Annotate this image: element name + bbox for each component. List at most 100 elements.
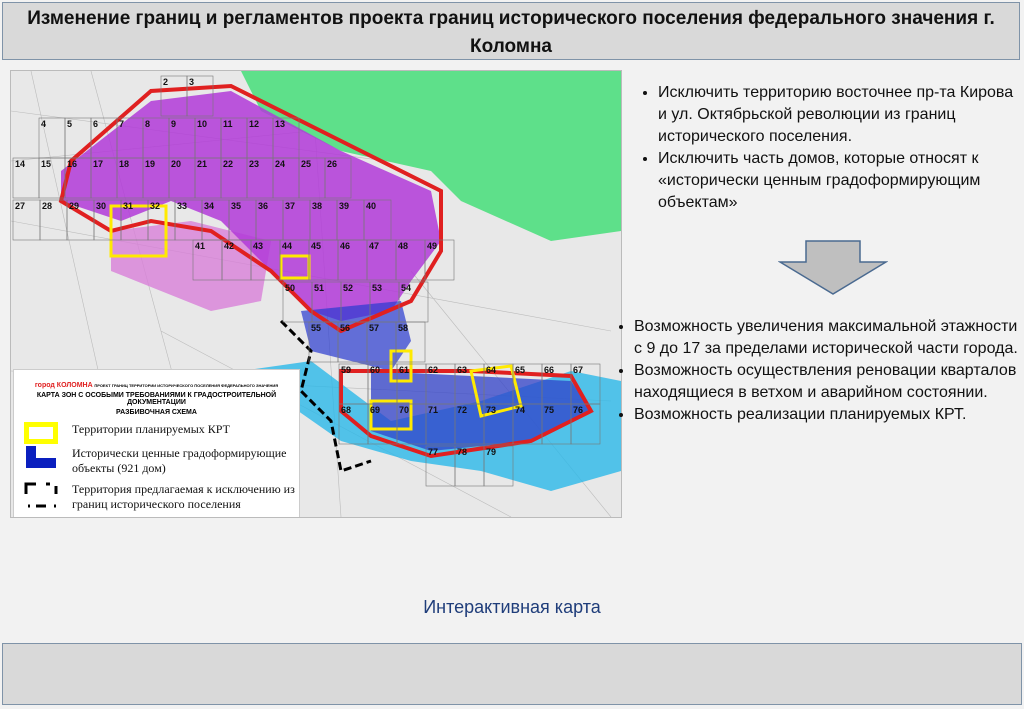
- bullet-item: Возможность увеличения максимальной этаж…: [634, 316, 1022, 360]
- bullets-bottom: Возможность увеличения максимальной этаж…: [612, 316, 1022, 426]
- grid-label: 26: [327, 159, 337, 169]
- grid-label: 65: [515, 365, 525, 375]
- grid-label: 8: [145, 119, 150, 129]
- slide-title: Изменение границ и регламентов проекта г…: [2, 2, 1020, 60]
- grid-label: 28: [42, 201, 52, 211]
- grid-label: 40: [366, 201, 376, 211]
- grid-label: 33: [177, 201, 187, 211]
- legend-item-exclusion: Территория предлагаемая к исключению из …: [24, 482, 295, 512]
- grid-label: 68: [341, 405, 351, 415]
- map-legend: город КОЛОМНА ПРОЕКТ ГРАНИЦ ТЕРРИТОРИИ И…: [13, 369, 300, 517]
- grid-label: 75: [544, 405, 554, 415]
- grid-label: 44: [282, 241, 292, 251]
- grid-label: 34: [204, 201, 214, 211]
- grid-label: 63: [457, 365, 467, 375]
- grid-label: 79: [486, 447, 496, 457]
- legend-city: город КОЛОМНА: [34, 382, 93, 389]
- grid-label: 62: [428, 365, 438, 375]
- grid-label: 78: [457, 447, 467, 457]
- grid-label: 9: [171, 119, 176, 129]
- grid-label: 69: [370, 405, 380, 415]
- grid-label: 50: [285, 283, 295, 293]
- grid-label: 51: [314, 283, 324, 293]
- bullets-top: Исключить территорию восточнее пр-та Кир…: [636, 82, 1021, 214]
- grid-label: 66: [544, 365, 554, 375]
- grid-label: 6: [93, 119, 98, 129]
- grid-label: 35: [231, 201, 241, 211]
- grid-label: 7: [119, 119, 124, 129]
- grid-label: 61: [399, 365, 409, 375]
- legend-label: Территория предлагаемая к исключению из …: [72, 482, 295, 511]
- grid-label: 5: [67, 119, 72, 129]
- grid-label: 52: [343, 283, 353, 293]
- grid-label: 25: [301, 159, 311, 169]
- grid-label: 59: [341, 365, 351, 375]
- grid-label: 13: [275, 119, 285, 129]
- grid-label: 60: [370, 365, 380, 375]
- grid-label: 22: [223, 159, 233, 169]
- grid-label: 37: [285, 201, 295, 211]
- grid-label: 15: [41, 159, 51, 169]
- grid-label: 74: [515, 405, 525, 415]
- interactive-map-link[interactable]: Интерактивная карта: [0, 597, 1024, 618]
- grid-label: 73: [486, 405, 496, 415]
- grid-label: 45: [311, 241, 321, 251]
- grid-label: 58: [398, 323, 408, 333]
- grid-label: 72: [457, 405, 467, 415]
- grid-label: 32: [150, 201, 160, 211]
- grid-label: 16: [67, 159, 77, 169]
- grid-label: 47: [369, 241, 379, 251]
- grid-label: 31: [123, 201, 133, 211]
- historic-swatch-icon: [26, 446, 56, 468]
- krt-swatch-icon: [23, 421, 59, 445]
- grid-label: 14: [15, 159, 25, 169]
- grid-label: 39: [339, 201, 349, 211]
- grid-label: 20: [171, 159, 181, 169]
- grid-label: 49: [427, 241, 437, 251]
- legend-heading: КАРТА ЗОН С ОСОБЫМИ ТРЕБОВАНИЯМИ К ГРАДО…: [36, 392, 277, 406]
- footer-bar: [2, 643, 1022, 705]
- legend-project: ПРОЕКТ ГРАНИЦ ТЕРРИТОРИИ ИСТОРИЧЕСКОГО П…: [94, 383, 279, 388]
- grid-label: 18: [119, 159, 129, 169]
- bullet-item: Исключить территорию восточнее пр-та Кир…: [658, 82, 1021, 148]
- grid-label: 38: [312, 201, 322, 211]
- grid-label: 53: [372, 283, 382, 293]
- grid-label: 64: [486, 365, 496, 375]
- grid-label: 46: [340, 241, 350, 251]
- grid-label: 3: [189, 77, 194, 87]
- grid-label: 41: [195, 241, 205, 251]
- grid-label: 71: [428, 405, 438, 415]
- grid-label: 11: [223, 119, 233, 129]
- down-arrow-icon: [778, 240, 888, 295]
- grid-label: 17: [93, 159, 103, 169]
- legend-label: Исторически ценные градоформирующие объе…: [72, 446, 287, 475]
- legend-subheading: РАЗБИВОЧНАЯ СХЕМА: [116, 409, 197, 416]
- grid-label: 56: [340, 323, 350, 333]
- grid-label: 55: [311, 323, 321, 333]
- grid-label: 42: [224, 241, 234, 251]
- grid-label: 43: [253, 241, 263, 251]
- grid-label: 21: [197, 159, 207, 169]
- grid-label: 29: [69, 201, 79, 211]
- grid-label: 23: [249, 159, 259, 169]
- grid-label: 36: [258, 201, 268, 211]
- bullet-item: Исключить часть домов, которые относят к…: [658, 148, 1021, 214]
- bullet-item: Возможность реализации планируемых КРТ.: [634, 404, 1022, 426]
- grid-label: 77: [428, 447, 438, 457]
- grid-label: 48: [398, 241, 408, 251]
- legend-item-krt: Территории планируемых КРТ: [23, 421, 230, 448]
- grid-label: 10: [197, 119, 207, 129]
- grid-label: 12: [249, 119, 259, 129]
- grid-label: 30: [96, 201, 106, 211]
- grid-label: 2: [163, 77, 168, 87]
- grid-label: 70: [399, 405, 409, 415]
- map-image[interactable]: 2 3 4 5 6 7 8 9 10 11 12 13 14 15 16 17 18 19 20 21 22 23 24 25…: [10, 70, 622, 518]
- grid-label: 57: [369, 323, 379, 333]
- bullet-item: Возможность осуществления реновации квар…: [634, 360, 1022, 404]
- grid-label: 76: [573, 405, 583, 415]
- grid-label: 54: [401, 283, 411, 293]
- grid-label: 19: [145, 159, 155, 169]
- exclusion-swatch-icon: [24, 482, 58, 508]
- legend-label: Территории планируемых КРТ: [72, 422, 230, 436]
- grid-label: 4: [41, 119, 46, 129]
